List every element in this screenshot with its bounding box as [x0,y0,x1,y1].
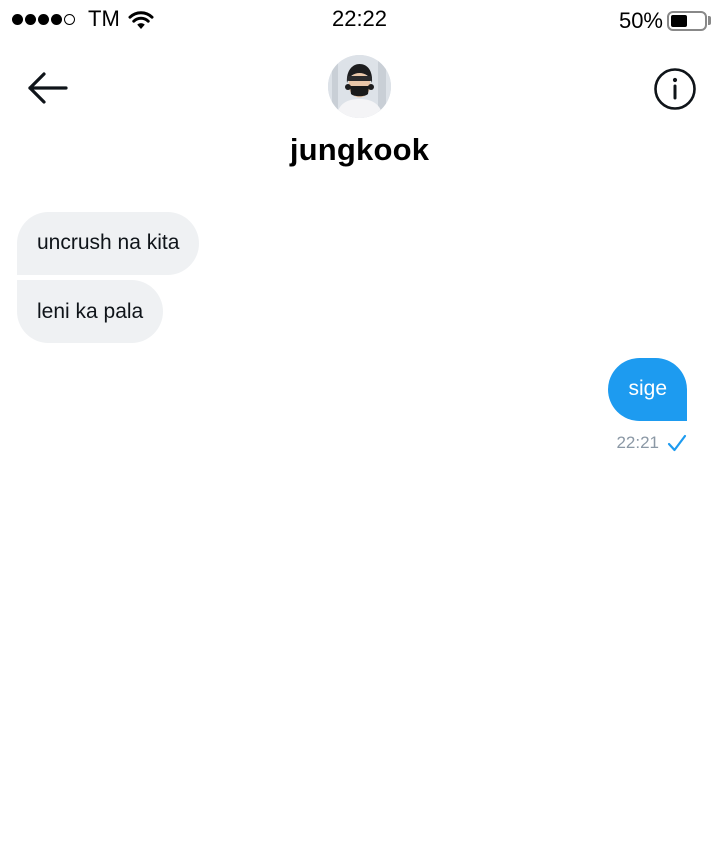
back-button[interactable] [22,66,70,110]
status-time: 22:22 [331,6,388,31]
message-timestamp: 22:21 [616,433,659,452]
message-meta: 22:21 [616,431,687,455]
outgoing-message[interactable]: sige [608,358,687,421]
arrow-left-icon [28,72,68,104]
avatar-image [328,55,391,118]
dm-conversation-screen: TM 22:22 50% jungkook uncrush na kita le… [0,0,719,864]
status-bar: TM 22:22 50% [0,0,719,40]
avatar[interactable] [328,55,391,118]
battery-level [671,15,687,27]
profile-name[interactable]: jungkook [0,130,719,170]
battery-icon [667,11,707,31]
battery-tip [708,16,711,25]
battery-percentage: 50% [618,8,663,33]
info-button[interactable] [652,66,698,112]
checkmark-icon [667,434,687,452]
info-icon [654,68,696,110]
incoming-message[interactable]: leni ka pala [17,280,164,343]
incoming-message[interactable]: uncrush na kita [17,212,200,275]
